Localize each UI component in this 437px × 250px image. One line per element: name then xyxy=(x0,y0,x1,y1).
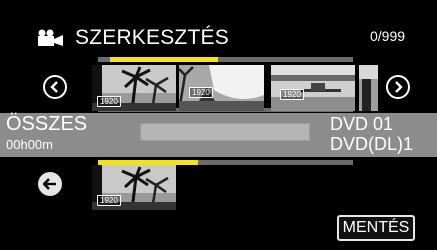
back-arrow-circle-icon xyxy=(43,178,56,190)
resolution-badge: 1920 xyxy=(97,96,121,107)
thumbnail-3[interactable]: 1920 xyxy=(271,65,355,111)
chevron-left-circle-icon xyxy=(50,81,58,93)
lake-jetty-thumbnail xyxy=(271,65,355,111)
video-camera-icon xyxy=(38,29,63,46)
resolution-badge: 1920 xyxy=(280,89,304,100)
item-counter: 0/999 xyxy=(370,28,406,44)
back-button[interactable] xyxy=(38,172,62,196)
thumbnail-4[interactable] xyxy=(359,65,378,111)
thumbnail-1[interactable]: 1920 xyxy=(92,65,176,111)
thumbnail-2[interactable]: 1920 xyxy=(179,65,264,111)
disc-capacity-bar xyxy=(140,123,310,141)
resolution-badge: 1920 xyxy=(97,195,121,206)
save-button[interactable]: MENTÉS xyxy=(337,215,415,241)
total-label: ÖSSZES xyxy=(6,113,88,135)
disc-count-dvd-dl: DVD(DL)1 xyxy=(330,134,414,154)
next-button[interactable] xyxy=(386,75,410,99)
resolution-badge: 1920 xyxy=(189,87,213,98)
chevron-right-circle-icon xyxy=(395,81,403,93)
selected-strip-track xyxy=(198,160,353,165)
prev-button[interactable] xyxy=(43,75,67,99)
selected-thumbnail-1[interactable]: 1920 xyxy=(92,165,176,210)
page-title: SZERKESZTÉS xyxy=(75,26,229,49)
disc-count-dvd: DVD 01 xyxy=(330,114,394,134)
partial-thumbnail xyxy=(359,65,378,111)
total-time: 00h00m xyxy=(6,137,53,152)
timeline-selection-top xyxy=(110,57,218,62)
